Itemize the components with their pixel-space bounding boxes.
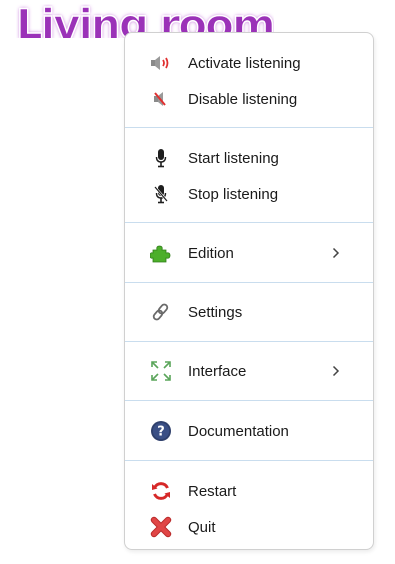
context-menu: Activate listening Disable listening Sta… [124,32,374,550]
menu-item-label: Documentation [188,422,289,440]
menu-group-interface: Interface [125,342,373,400]
menu-item-activate-listening[interactable]: Activate listening [125,45,373,81]
menu-item-documentation[interactable]: ? Documentation [125,413,373,449]
microphone-off-icon [150,183,172,205]
refresh-icon [150,480,172,502]
help-icon: ? [150,420,172,442]
menu-group-documentation: ? Documentation [125,401,373,460]
puzzle-icon [150,242,172,264]
menu-group-settings: Settings [125,283,373,341]
speaker-on-icon [150,52,172,74]
menu-item-label: Restart [188,482,237,500]
menu-item-label: Quit [188,518,216,536]
menu-item-label: Disable listening [188,90,298,108]
menu-group-listening-mode: Activate listening Disable listening [125,33,373,127]
menu-item-label: Activate listening [188,54,301,72]
menu-item-label: Settings [188,303,243,321]
microphone-icon [150,147,172,169]
menu-group-listening: Start listening Stop listening [125,128,373,222]
link-icon [150,301,172,323]
menu-item-disable-listening[interactable]: Disable listening [125,81,373,117]
menu-item-stop-listening[interactable]: Stop listening [125,176,373,212]
menu-item-label: Stop listening [188,185,279,203]
menu-item-label: Start listening [188,149,279,167]
menu-item-settings[interactable]: Settings [125,294,373,330]
chevron-right-icon [330,247,342,259]
stage: Living room Activate listening Disable l… [0,0,395,564]
svg-text:?: ? [157,425,165,440]
speaker-off-icon [150,88,172,110]
expand-arrows-icon [150,360,172,382]
menu-item-restart[interactable]: Restart [125,473,373,509]
menu-item-start-listening[interactable]: Start listening [125,140,373,176]
menu-group-application: Restart Quit [125,461,373,555]
menu-item-quit[interactable]: Quit [125,509,373,545]
menu-group-edition: Edition [125,223,373,282]
close-icon [150,516,172,538]
menu-item-label: Interface [188,362,247,380]
chevron-right-icon [330,365,342,377]
menu-item-label: Edition [188,244,234,262]
menu-item-edition[interactable]: Edition [125,235,373,271]
menu-item-interface[interactable]: Interface [125,353,373,389]
